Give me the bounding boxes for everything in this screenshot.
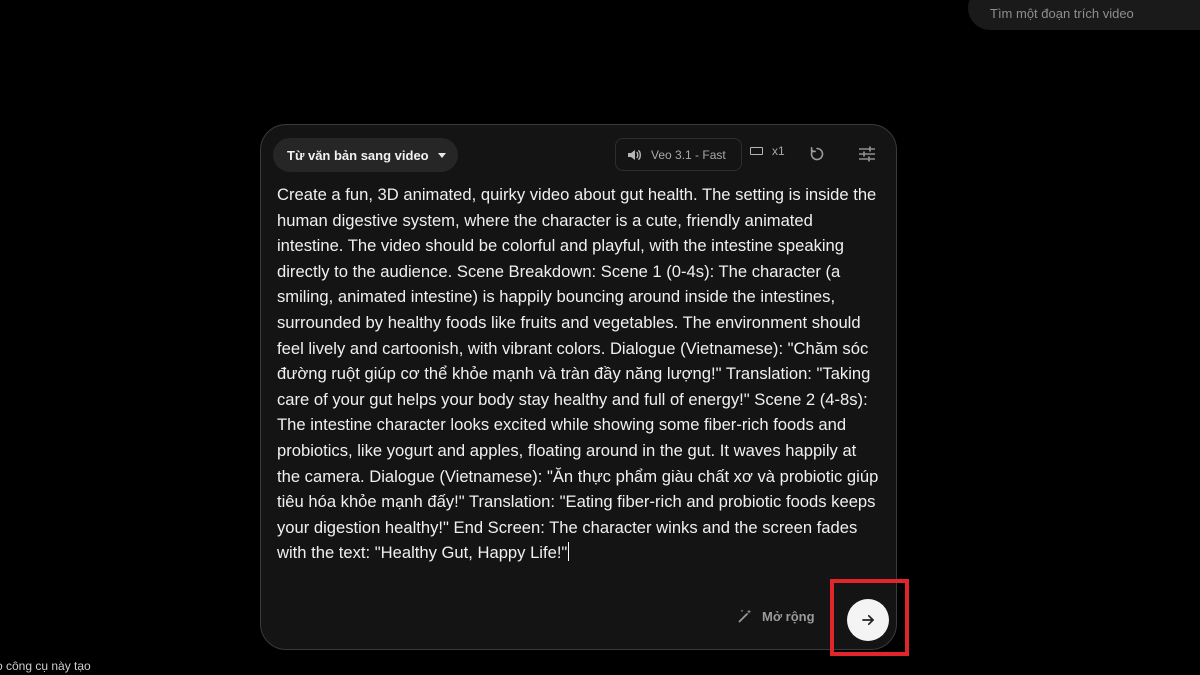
expand-button[interactable]: Mở rộng [737,608,815,624]
chevron-down-icon [437,152,446,158]
prompt-composer: Từ văn bản sang video Veo 3.1 - Fast x1 [260,124,909,656]
mode-dropdown-label: Từ văn bản sang video [287,147,429,163]
expand-label: Mở rộng [762,608,815,624]
model-label: Veo 3.1 - Fast [651,147,726,162]
text-cursor [568,542,570,562]
aspect-ratio-icon [750,147,763,155]
search-input[interactable] [990,6,1190,21]
output-count-label: x1 [772,144,785,158]
prompt-textarea[interactable]: Create a fun, 3D animated, quirky video … [277,182,882,566]
output-count-selector[interactable]: x1 [750,144,785,158]
sliders-icon[interactable] [856,143,878,165]
arrow-right-icon [861,613,875,627]
magic-wand-icon [737,608,753,624]
send-button[interactable] [847,599,889,641]
refresh-icon[interactable] [806,143,828,165]
search-box[interactable] [968,0,1200,30]
model-selector[interactable]: Veo 3.1 - Fast [615,138,742,171]
page: Từ văn bản sang video Veo 3.1 - Fast x1 [0,0,1200,675]
prompt-text: Create a fun, 3D animated, quirky video … [277,185,883,563]
mode-dropdown[interactable]: Từ văn bản sang video [273,138,458,172]
footer-note: o công cụ này tạo [0,659,91,673]
volume-icon [626,147,642,163]
